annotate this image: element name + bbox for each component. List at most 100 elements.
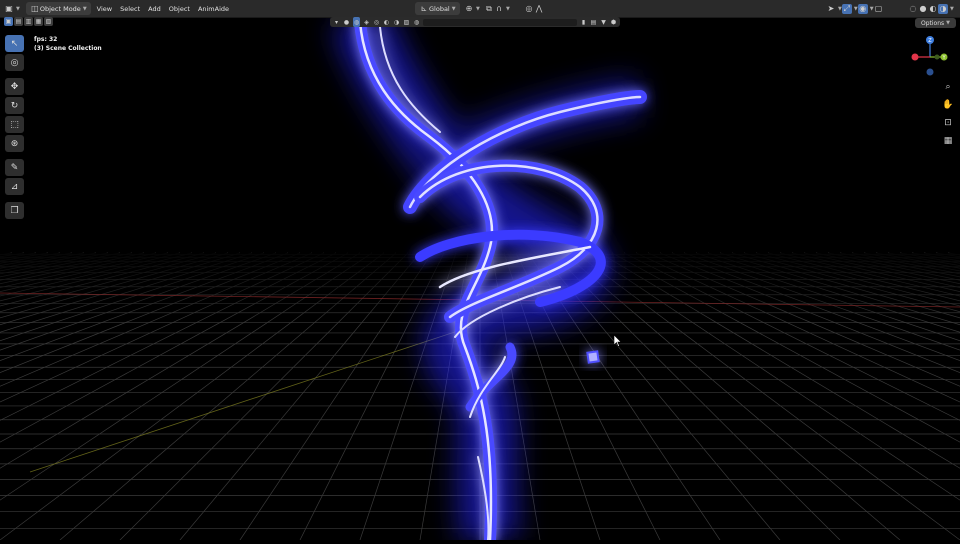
pivot-icon: ⊕ <box>465 4 473 13</box>
chevron-down-icon: ▼ <box>950 5 954 12</box>
restrict-icon[interactable]: ⬢ <box>610 17 617 27</box>
camera-icon: ▣ <box>5 4 13 13</box>
world-icon[interactable]: ◎ <box>373 17 380 27</box>
mode-label: Object Mode <box>39 4 81 13</box>
sphere-icon[interactable]: ◍ <box>353 17 360 27</box>
scale-icon: ⬚ <box>10 119 19 130</box>
editor-type-button[interactable]: ▣ ▼ <box>0 2 24 15</box>
chevron-down-icon: ▼ <box>506 5 510 12</box>
gizmo-icon: ⤢ <box>841 3 852 14</box>
texture-icon[interactable]: ▨ <box>403 17 410 27</box>
view-navigation-buttons: ⌕ ✋ ⊡ ▦ <box>942 80 954 148</box>
mouse-pointer-icon <box>614 335 622 347</box>
magnifier-icon: ⌕ <box>945 82 951 92</box>
camera-view-button[interactable]: ⊡ <box>942 116 954 130</box>
options-dropdown[interactable]: Options ▼ <box>914 18 956 28</box>
navigation-gizmo[interactable]: Z Y <box>910 34 950 79</box>
x-axis-handle[interactable] <box>911 53 919 61</box>
bookmark-icon[interactable]: ▮ <box>580 17 587 27</box>
neg-z-axis-handle[interactable] <box>926 68 934 76</box>
overlay-icon: ◉ <box>857 3 868 14</box>
orientation-dropdown[interactable]: ⊾ Global ▼ <box>415 2 460 15</box>
cursor-target-icon: ◎ <box>10 57 19 68</box>
menu-select[interactable]: Select <box>116 2 144 15</box>
glowing-cube <box>586 350 600 364</box>
transform-icon: ⊛ <box>10 138 19 149</box>
zoom-button[interactable]: ⌕ <box>942 80 954 94</box>
light-icon[interactable]: ◑ <box>393 17 400 27</box>
snap-toggle[interactable]: ⧉ ∩ ▼ <box>480 2 514 15</box>
shading-modes[interactable]: ◌ ● ◐ ◑ ▼ <box>904 2 958 15</box>
magnet-icon: ∩ <box>496 4 502 13</box>
rendered-shading-icon: ◑ <box>938 3 948 14</box>
menu-animaide[interactable]: AnimAide <box>194 2 233 15</box>
grid-icon: ▦ <box>943 136 953 146</box>
chevron-down-icon: ▼ <box>16 5 20 12</box>
cursor-tool[interactable]: ◎ <box>5 54 24 71</box>
chevron-down-icon: ▼ <box>946 20 950 26</box>
pan-button[interactable]: ✋ <box>942 98 954 112</box>
material-shading-icon: ◐ <box>929 4 937 13</box>
menu-add[interactable]: Add <box>144 2 165 15</box>
annotate-tool[interactable]: ✎ <box>5 159 24 176</box>
select-invert-icon[interactable]: ▦ <box>34 17 43 26</box>
transform-tool[interactable]: ⊛ <box>5 135 24 152</box>
viewport-header: ▣ ▼ ◫ Object Mode ▼ View Select Add Object … <box>0 0 960 18</box>
snap-icon: ⧉ <box>486 3 492 13</box>
scale-tool[interactable]: ⬚ <box>5 116 24 133</box>
perspective-toggle-button[interactable]: ▦ <box>942 134 954 148</box>
z-axis-label: Z <box>928 38 932 44</box>
gizmo-toggles[interactable]: ➤ ▼ ⤢ ▼ ◉ ▼ ▢ <box>822 2 888 15</box>
select-box-tool[interactable]: ↖ <box>5 35 24 52</box>
camera-icon: ⊡ <box>944 118 952 128</box>
orientation-label: Global <box>429 4 450 13</box>
ruler-icon: ⊿ <box>10 181 19 192</box>
select-subtract-icon[interactable]: ▥ <box>24 17 33 26</box>
menu-object[interactable]: Object <box>165 2 194 15</box>
search-input[interactable] <box>423 18 577 26</box>
cube-icon: ❒ <box>10 205 19 216</box>
select-mode-buttons: ▣ ▤ ▥ ▦ ▧ <box>4 17 53 26</box>
shading-sphere-icon[interactable]: ● <box>343 17 350 27</box>
3d-viewport[interactable] <box>0 6 960 544</box>
funnel-icon[interactable]: ▼ <box>600 17 607 27</box>
solid-shading-icon: ● <box>919 4 927 13</box>
measure-tool[interactable]: ⊿ <box>5 178 24 195</box>
move-arrows-icon: ✥ <box>10 81 19 92</box>
xray-icon: ▢ <box>874 4 883 13</box>
left-toolbar: ↖ ◎ ✥ ↻ ⬚ ⊛ ✎ ⊿ ❒ <box>5 35 25 219</box>
select-extend-icon[interactable]: ▤ <box>14 17 23 26</box>
neg-y-axis-handle[interactable] <box>934 54 940 60</box>
orientation-icon: ⊾ <box>420 4 428 13</box>
viewport-info-overlay: fps: 32 (3) Scene Collection <box>34 35 102 53</box>
collection-label: (3) Scene Collection <box>34 45 102 52</box>
falloff-icon: ⋀ <box>535 4 543 13</box>
object-mode-icon: ◫ <box>31 4 39 13</box>
chevron-down-icon: ▼ <box>451 5 456 12</box>
camera-view-icon[interactable]: ◐ <box>383 17 390 27</box>
select-new-icon[interactable]: ▣ <box>4 17 13 26</box>
tool-settings-row: ▣ ▤ ▥ ▦ ▧ ▾ ● ◍ ◈ ◎ ◐ ◑ ▨ ◍ ▮ ▤ ▼ ⬢ <box>0 17 960 28</box>
curve-icon[interactable]: ◍ <box>413 17 420 27</box>
pencil-icon: ✎ <box>10 162 19 173</box>
fps-readout: fps: 32 <box>34 36 58 43</box>
mesh-icon[interactable]: ◈ <box>363 17 370 27</box>
move-tool[interactable]: ✥ <box>5 78 24 95</box>
add-cube-tool[interactable]: ❒ <box>5 202 24 219</box>
select-arrow-icon: ↖ <box>10 38 19 49</box>
proportional-edit-toggle[interactable]: ◎ ⋀ <box>520 2 548 15</box>
viewport-search-bar[interactable]: ▾ ● ◍ ◈ ◎ ◐ ◑ ▨ ◍ ▮ ▤ ▼ ⬢ <box>330 17 620 27</box>
menu-view[interactable]: View <box>93 2 116 15</box>
cursor-tool-icon: ➤ <box>827 4 835 13</box>
wireframe-shading-icon: ◌ <box>909 4 917 13</box>
mode-dropdown[interactable]: ◫ Object Mode ▼ <box>25 2 91 15</box>
rotate-tool[interactable]: ↻ <box>5 97 24 114</box>
chevron-down-icon: ▼ <box>82 5 87 12</box>
hand-icon: ✋ <box>942 100 954 110</box>
filter-icon[interactable]: ▾ <box>333 17 340 27</box>
viewport-scene <box>0 6 960 544</box>
select-intersect-icon[interactable]: ▧ <box>44 17 53 26</box>
options-label: Options <box>920 19 945 27</box>
proportional-edit-icon: ◎ <box>525 4 533 13</box>
link-icon[interactable]: ▤ <box>590 17 597 27</box>
